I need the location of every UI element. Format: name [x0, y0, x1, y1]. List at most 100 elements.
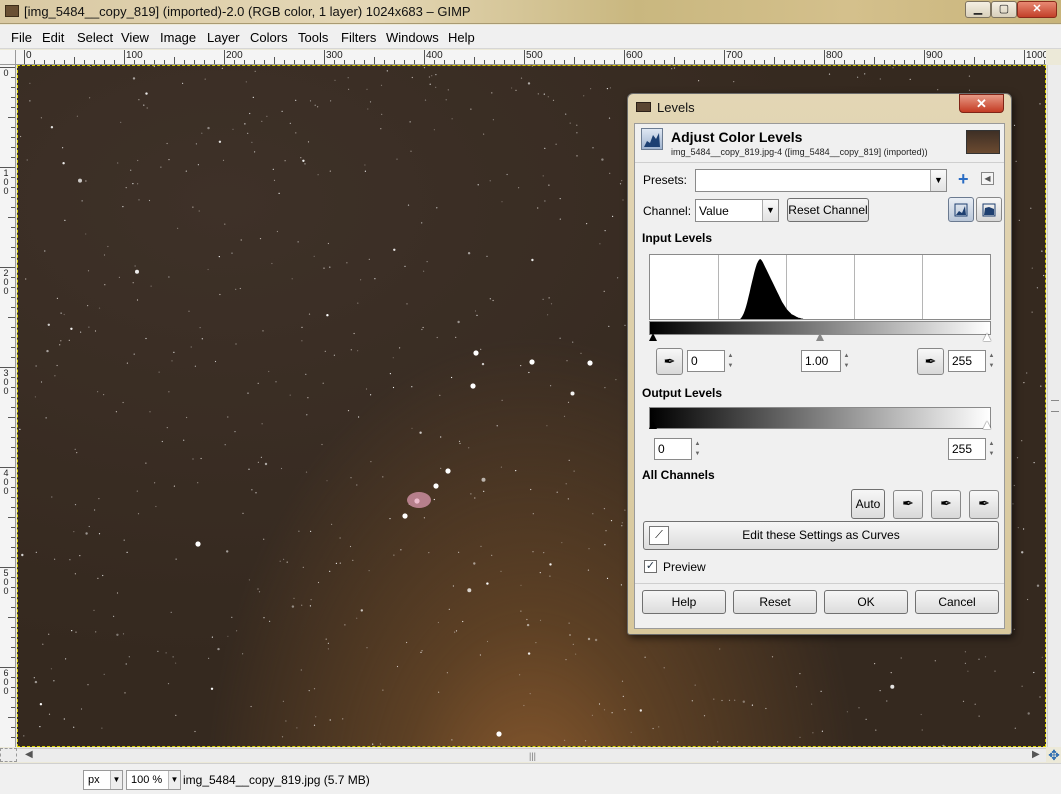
ruler-tick [11, 507, 15, 508]
star [333, 354, 335, 356]
menu-windows[interactable]: Windows [386, 30, 439, 45]
spin-arrows-icon[interactable]: ▲ ▼ [692, 439, 703, 461]
input-gamma-marker[interactable] [816, 333, 824, 341]
star [291, 605, 295, 608]
channel-combo[interactable]: Value ▼ [695, 199, 779, 222]
output-high-spin[interactable]: 255 ▲ ▼ [948, 438, 994, 460]
star [396, 665, 399, 668]
output-low-spin[interactable]: 0 ▲ ▼ [654, 438, 700, 460]
star [137, 513, 140, 515]
ruler-corner [0, 50, 16, 65]
edit-as-curves-button[interactable]: ⟋ Edit these Settings as Curves [643, 521, 999, 550]
vertical-ruler[interactable]: 0 100 200 300 400 500 600 [0, 65, 16, 747]
pick-white-point-icon[interactable]: ✒ [917, 348, 944, 375]
output-white-marker[interactable] [983, 421, 991, 429]
star [269, 620, 271, 622]
scroll-right-icon[interactable]: ▶ [1032, 749, 1040, 760]
input-white-marker[interactable] [983, 333, 991, 341]
ok-button[interactable]: OK [824, 590, 908, 614]
spin-arrows-icon[interactable]: ▲ ▼ [841, 351, 852, 373]
star [621, 525, 623, 527]
star [97, 391, 99, 393]
scroll-grip[interactable]: ||| [529, 751, 536, 761]
input-low-spin[interactable]: 0 ▲ ▼ [687, 350, 733, 372]
star [76, 452, 78, 454]
star [255, 492, 257, 494]
pick-black-eyedropper-icon[interactable]: ✒ [893, 490, 923, 519]
maximize-button[interactable]: ▢ [991, 1, 1017, 18]
input-black-marker[interactable] [649, 333, 657, 341]
star [329, 170, 331, 172]
star [473, 562, 476, 565]
star [120, 121, 122, 123]
horizontal-ruler[interactable]: 0 100 200 300 400 500 600 700 800 900 1000 [16, 50, 1046, 65]
menu-view[interactable]: View [121, 30, 149, 45]
logarithmic-histogram-icon[interactable] [976, 197, 1002, 222]
ruler-label: 1000 [1026, 50, 1046, 61]
quick-mask-toggle[interactable] [0, 748, 17, 762]
ruler-label: 900 [926, 50, 943, 61]
navigate-icon[interactable]: ✥ [1047, 748, 1061, 762]
close-window-button[interactable]: ✕ [1017, 1, 1057, 18]
star [592, 147, 594, 149]
ruler-tick [244, 60, 245, 64]
menu-layer[interactable]: Layer [207, 30, 240, 45]
pick-black-point-icon[interactable]: ✒ [656, 348, 683, 375]
reset-channel-button[interactable]: Reset Channel [787, 198, 869, 222]
all-channels-label: All Channels [642, 468, 715, 482]
ruler-tick [11, 357, 15, 358]
minimize-button[interactable]: ▁ [965, 1, 991, 18]
pick-white-eyedropper-icon[interactable]: ✒ [969, 490, 999, 519]
menu-edit[interactable]: Edit [42, 30, 64, 45]
input-gamma-spin[interactable]: 1.00 ▲ ▼ [801, 350, 849, 372]
star [1031, 311, 1033, 313]
help-button[interactable]: Help [642, 590, 726, 614]
spin-arrows-icon[interactable]: ▲ ▼ [986, 351, 997, 373]
star [346, 262, 348, 264]
cancel-button[interactable]: Cancel [915, 590, 999, 614]
menu-select[interactable]: Select [77, 30, 113, 45]
star [235, 343, 237, 345]
spin-arrows-icon[interactable]: ▲ ▼ [725, 351, 736, 373]
star [172, 656, 174, 658]
menu-filters[interactable]: Filters [341, 30, 376, 45]
star [592, 513, 594, 515]
star [80, 708, 83, 710]
menu-colors[interactable]: Colors [250, 30, 288, 45]
ruler-tick [8, 717, 15, 718]
menu-file[interactable]: File [11, 30, 32, 45]
spin-arrows-icon[interactable]: ▲ ▼ [986, 439, 997, 461]
preview-label[interactable]: Preview [663, 560, 706, 574]
levels-titlebar[interactable]: Levels ✕ [628, 94, 1011, 120]
star [103, 254, 106, 256]
unit-select[interactable]: px ▼ [83, 770, 123, 790]
preset-menu-icon[interactable]: ◀ [981, 172, 994, 185]
star [532, 551, 534, 553]
auto-button[interactable]: Auto [851, 489, 885, 519]
star [713, 698, 715, 700]
menu-tools[interactable]: Tools [298, 30, 328, 45]
star [98, 307, 101, 309]
output-black-marker[interactable] [649, 421, 657, 429]
preview-checkbox[interactable]: ✓ [644, 560, 657, 573]
scroll-grip[interactable] [1051, 400, 1059, 412]
add-preset-icon[interactable]: + [958, 169, 969, 190]
scroll-left-icon[interactable]: ◀ [25, 749, 33, 760]
vertical-scrollbar[interactable] [1047, 65, 1061, 747]
ruler-label: 600 [3, 668, 9, 696]
menu-image[interactable]: Image [160, 30, 196, 45]
star [428, 552, 430, 554]
presets-combo[interactable]: ▼ [695, 169, 947, 192]
ruler-tick [11, 577, 15, 578]
linear-histogram-icon[interactable] [948, 197, 974, 222]
star [451, 118, 453, 120]
levels-close-button[interactable]: ✕ [959, 94, 1004, 113]
reset-button[interactable]: Reset [733, 590, 817, 614]
pick-gray-eyedropper-icon[interactable]: ✒ [931, 490, 961, 519]
zoom-select[interactable]: 100 % ▼ [126, 770, 181, 790]
input-high-spin[interactable]: 255 ▲ ▼ [948, 350, 994, 372]
horizontal-scrollbar[interactable]: ◀ ||| ▶ [17, 748, 1046, 762]
menu-help[interactable]: Help [448, 30, 475, 45]
output-gradient-bar[interactable] [649, 407, 991, 429]
star [455, 336, 457, 338]
